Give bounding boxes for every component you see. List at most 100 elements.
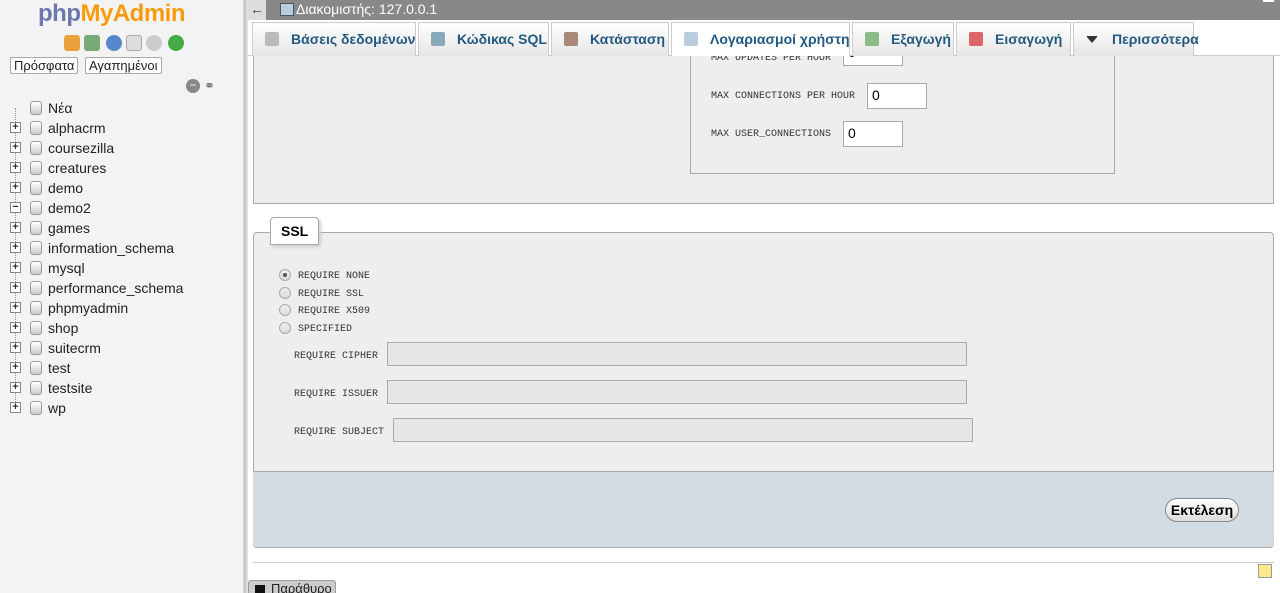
tree-item-database[interactable]: + demo xyxy=(0,178,244,198)
resource-limits-inner: MAX UPDATES PER HOUR 0 MAX CONNECTIONS P… xyxy=(690,56,1115,174)
tree-item-database[interactable]: + information_schema xyxy=(0,238,244,258)
tree-item-label[interactable]: performance_schema xyxy=(48,280,183,296)
expand-icon[interactable]: + xyxy=(10,342,21,353)
tab-label: Κατάσταση xyxy=(590,31,666,47)
ssl-radio-label[interactable]: REQUIRE SSL xyxy=(298,289,364,300)
tree-item-label[interactable]: shop xyxy=(48,320,78,336)
home-icon[interactable] xyxy=(64,35,80,51)
database-icon xyxy=(30,161,42,175)
tree-item-database[interactable]: + games xyxy=(0,218,244,238)
tree-item-database[interactable]: + mysql xyxy=(0,258,244,278)
new-database-icon xyxy=(30,101,42,115)
settings-gear-icon[interactable] xyxy=(146,35,162,51)
expand-icon[interactable]: − xyxy=(10,202,21,213)
tree-item-label[interactable]: test xyxy=(48,360,71,376)
tree-item-database[interactable]: + shop xyxy=(0,318,244,338)
link-with-main-icon[interactable]: ⚭ xyxy=(204,79,220,93)
collapse-all-icon[interactable]: − xyxy=(186,79,200,93)
expand-icon[interactable]: + xyxy=(10,362,21,373)
tab-status[interactable]: Κατάσταση xyxy=(551,22,669,56)
database-icon xyxy=(30,341,42,355)
tree-item-database[interactable]: + creatures xyxy=(0,158,244,178)
expand-icon[interactable]: + xyxy=(10,242,21,253)
max-updates-input[interactable]: 0 xyxy=(843,56,903,66)
tree-item-label[interactable]: Νέα xyxy=(48,100,72,116)
expand-icon[interactable]: + xyxy=(10,162,21,173)
exit-icon[interactable] xyxy=(84,35,100,51)
tab-users[interactable]: Λογαριασμοί χρήστη xyxy=(671,22,850,57)
tree-item-label[interactable]: phpmyadmin xyxy=(48,300,128,316)
note-icon[interactable] xyxy=(1258,564,1272,578)
max-user-connections-label: MAX USER_CONNECTIONS xyxy=(711,129,832,140)
ssl-radio[interactable] xyxy=(279,322,291,334)
database-icon xyxy=(30,221,42,235)
tree-item-database[interactable]: + suitecrm xyxy=(0,338,244,358)
max-connections-input[interactable]: 0 xyxy=(867,83,927,109)
tree-item-label[interactable]: games xyxy=(48,220,90,236)
tree-item-label[interactable]: creatures xyxy=(48,160,106,176)
back-arrow-icon[interactable]: ← xyxy=(248,0,266,20)
ssl-radio[interactable] xyxy=(279,304,291,316)
expand-icon[interactable]: + xyxy=(10,262,21,273)
tree-item-label[interactable]: alphacrm xyxy=(48,120,106,136)
tree-item-database[interactable]: + test xyxy=(0,358,244,378)
require-subject-input[interactable] xyxy=(393,418,973,442)
reload-icon[interactable] xyxy=(168,35,184,51)
expand-icon[interactable]: + xyxy=(10,222,21,233)
ssl-radio-label[interactable]: SPECIFIED xyxy=(298,324,352,335)
database-icon xyxy=(30,121,42,135)
expand-icon[interactable]: + xyxy=(10,142,21,153)
ssl-radio-label[interactable]: REQUIRE X509 xyxy=(298,306,370,317)
divider xyxy=(253,562,1274,563)
tree-item-label[interactable]: demo xyxy=(48,180,83,196)
tab-more-arrow[interactable]: Περισσότερα xyxy=(1073,22,1199,56)
expand-icon[interactable]: + xyxy=(10,302,21,313)
tree-item-database[interactable]: + wp xyxy=(0,398,244,418)
tree-item-database[interactable]: + testsite xyxy=(0,378,244,398)
expand-icon[interactable]: + xyxy=(10,382,21,393)
tree-item-label[interactable]: testsite xyxy=(48,380,92,396)
expand-icon[interactable]: + xyxy=(10,402,21,413)
tab-database[interactable]: Βάσεις δεδομένων xyxy=(252,22,416,56)
tree-item-database[interactable]: + alphacrm xyxy=(0,118,244,138)
maximize-icon[interactable]: ▔ xyxy=(1263,0,1274,17)
database-icon xyxy=(30,301,42,315)
tab-import[interactable]: Εισαγωγή xyxy=(956,22,1071,56)
tree-item-database[interactable]: + performance_schema xyxy=(0,278,244,298)
tree-item-label[interactable]: suitecrm xyxy=(48,340,101,356)
recent-tab[interactable]: Πρόσφατα xyxy=(10,57,79,74)
max-user-connections-input[interactable]: 0 xyxy=(843,121,903,147)
tab-sql[interactable]: Κώδικας SQL xyxy=(418,22,549,56)
tree-item-database[interactable]: + phpmyadmin xyxy=(0,298,244,318)
tab-label: Εισαγωγή xyxy=(995,31,1063,47)
expand-icon[interactable]: + xyxy=(10,322,21,333)
require-subject-label: REQUIRE SUBJECT xyxy=(294,427,385,438)
tree-item-label[interactable]: information_schema xyxy=(48,240,174,256)
tree-item-label[interactable]: demo2 xyxy=(48,200,91,216)
ssl-radio-label[interactable]: REQUIRE NONE xyxy=(298,271,370,282)
expand-icon[interactable]: + xyxy=(10,182,21,193)
server-breadcrumb[interactable]: Διακομιστής: 127.0.0.1 xyxy=(296,1,437,17)
expand-icon[interactable]: + xyxy=(10,282,21,293)
favorites-tab[interactable]: Αγαπημένοι xyxy=(85,57,162,74)
server-breadcrumb-bar: ← Διακομιστής: 127.0.0.1 ▔ xyxy=(248,0,1280,20)
tree-item-database[interactable]: + coursezilla xyxy=(0,138,244,158)
expand-icon[interactable]: + xyxy=(10,122,21,133)
require-cipher-input[interactable] xyxy=(387,342,967,366)
tree-item-label[interactable]: mysql xyxy=(48,260,85,276)
tree-item-label[interactable]: wp xyxy=(48,400,66,416)
tree-item-new[interactable]: Νέα xyxy=(0,98,244,118)
tab-export[interactable]: Εξαγωγή xyxy=(852,22,954,56)
go-button[interactable]: Εκτέλεση xyxy=(1165,498,1239,522)
phpmyadmin-logo[interactable]: phpMyAdmin xyxy=(38,0,185,28)
ssl-radio[interactable] xyxy=(279,287,291,299)
server-icon xyxy=(280,3,294,16)
tree-item-label[interactable]: coursezilla xyxy=(48,140,114,156)
help-icon[interactable] xyxy=(106,35,122,51)
tab-label: Κώδικας SQL xyxy=(457,31,547,47)
console-tab[interactable]: Παράθυρο xyxy=(248,580,336,593)
require-issuer-input[interactable] xyxy=(387,380,967,404)
ssl-radio[interactable] xyxy=(279,269,291,281)
tree-item-database[interactable]: − demo2 xyxy=(0,198,244,218)
docs-icon[interactable] xyxy=(126,35,142,51)
